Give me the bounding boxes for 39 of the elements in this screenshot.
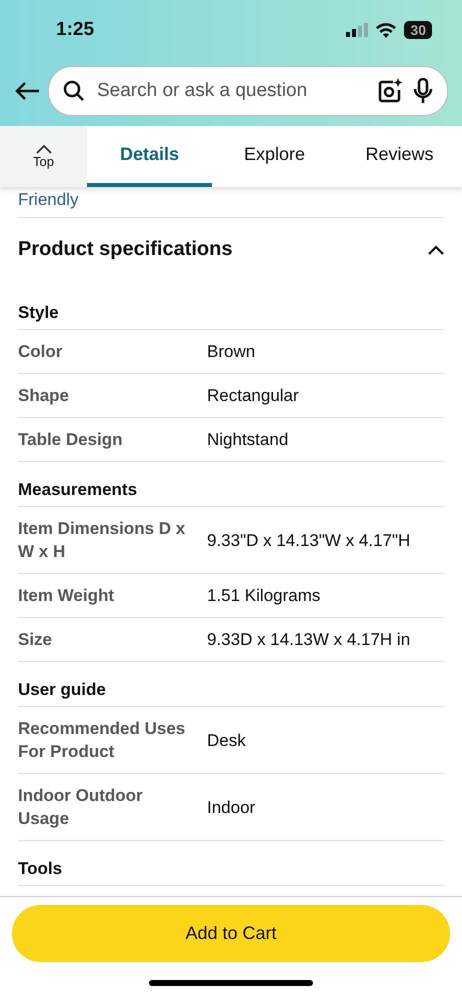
section-heading: Measurements [18, 462, 444, 507]
tab[interactable]: Details [87, 126, 212, 187]
chevron-up-icon [428, 244, 444, 254]
spec-label: Shape [18, 385, 70, 407]
spec-label: Indoor Outdoor Usage [18, 785, 144, 830]
spec-value: 9.33D x 14.13W x 4.17H in [207, 629, 412, 651]
spec-label: Item Weight [18, 585, 116, 607]
section-heading: User guide [18, 662, 444, 707]
top-button[interactable]: Top [0, 126, 87, 187]
spec-value: 1.51 Kilograms [207, 585, 322, 607]
status-time: 1:25 [56, 19, 94, 41]
section-heading: Tools [18, 841, 444, 886]
spec-value: Rectangular [207, 385, 300, 407]
search-icon [63, 80, 85, 102]
chevron-up-icon [36, 144, 52, 154]
tab[interactable]: Reviews [337, 126, 462, 187]
spec-value: Brown [207, 341, 256, 363]
section-heading: Style [18, 285, 444, 330]
signal-icon [346, 23, 368, 37]
specifications-header[interactable]: Product specifications [18, 218, 444, 285]
microphone-icon[interactable] [413, 78, 433, 104]
wifi-icon [376, 22, 396, 38]
spec-value: Indoor [207, 796, 256, 818]
add-to-cart-button[interactable]: Add to Cart [12, 905, 450, 962]
feature-link[interactable]: Friendly [18, 189, 78, 217]
spec-label: Recommended Uses For Product [18, 718, 186, 763]
spec-label: Table Design [18, 429, 124, 451]
spec-label: Item Dimensions D x W x H [18, 518, 186, 563]
battery-icon: 30 [404, 21, 432, 39]
tab[interactable]: Explore [212, 126, 337, 187]
spec-value: Nightstand [207, 429, 290, 451]
camera-icon[interactable] [377, 78, 403, 104]
back-arrow-icon[interactable] [14, 81, 40, 101]
spec-value: Desk [207, 730, 247, 752]
spec-label: Size [18, 629, 54, 651]
search-field[interactable]: Search or ask a question [48, 66, 448, 116]
spec-value: 9.33"D x 14.13"W x 4.17"H [207, 530, 412, 552]
search-input[interactable]: Search or ask a question [95, 79, 367, 103]
spec-label: Color [18, 341, 64, 363]
